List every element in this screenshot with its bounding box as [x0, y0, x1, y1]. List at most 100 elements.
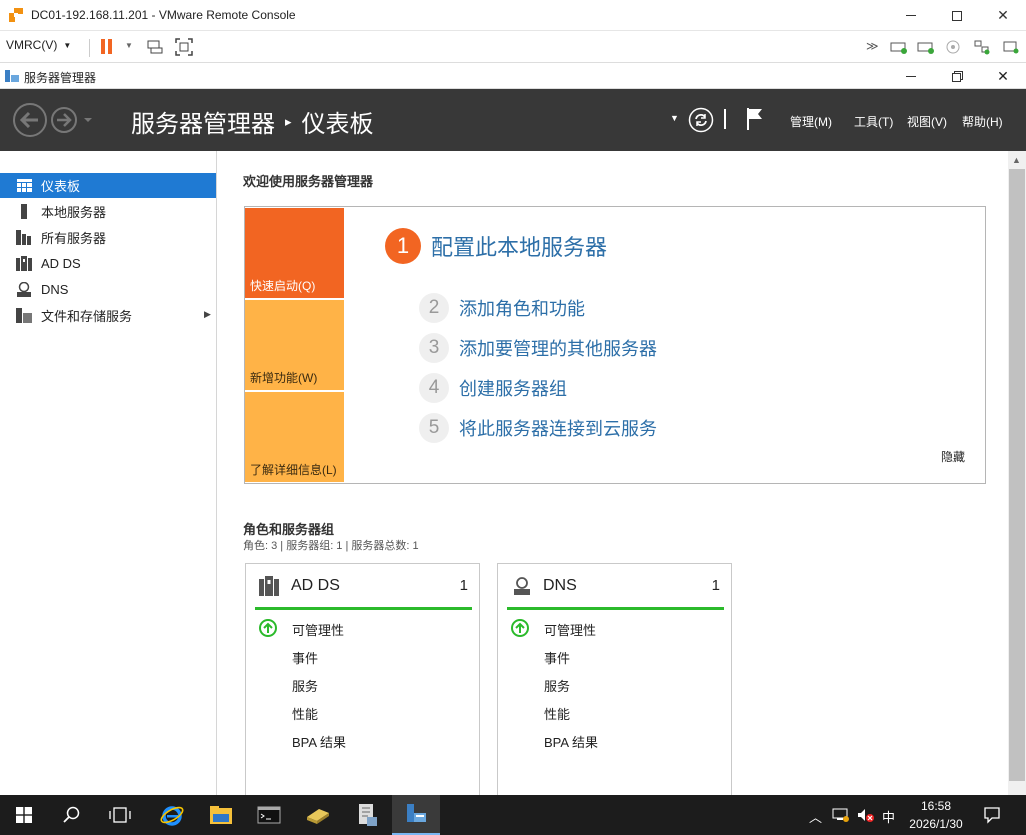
vmrc-menu-button[interactable]: VMRC(V) ▼	[6, 38, 71, 52]
nav-item-dns[interactable]: DNS	[0, 277, 216, 302]
sm-restore-button[interactable]	[934, 63, 980, 89]
removable-device-icon[interactable]	[917, 40, 935, 54]
tile-whats-new[interactable]: 新增功能(W)	[245, 300, 344, 390]
taskbar-file-explorer[interactable]	[197, 795, 245, 835]
refresh-icon[interactable]	[688, 107, 714, 133]
taskbar-server-manager[interactable]	[392, 795, 440, 835]
maximize-button[interactable]	[934, 0, 980, 31]
taskbar-ie[interactable]	[148, 795, 196, 835]
back-button[interactable]	[13, 103, 47, 137]
ime-indicator[interactable]: 中	[882, 807, 895, 826]
task-view-button[interactable]	[96, 795, 144, 835]
taskbar-powershell[interactable]	[245, 795, 293, 835]
search-button[interactable]	[48, 795, 96, 835]
role-row-bpa[interactable]: BPA 结果	[544, 732, 598, 751]
scrollbar-thumb[interactable]	[1009, 169, 1025, 781]
chevron-down-icon[interactable]: ▼	[670, 113, 679, 123]
nav-item-label: 文件和存储服务	[41, 309, 133, 324]
sm-close-button[interactable]: ✕	[980, 63, 1026, 89]
scroll-up-icon[interactable]: ▲	[1012, 155, 1021, 165]
show-hidden-icons[interactable]: ︿	[809, 807, 822, 826]
vertical-scrollbar[interactable]: ▲	[1008, 151, 1026, 796]
breadcrumb-app[interactable]: 服务器管理器	[131, 104, 275, 139]
step-label: 添加角色和功能	[459, 299, 585, 319]
sm-minimize-button[interactable]	[888, 63, 934, 89]
step-create-group[interactable]: 4 创建服务器组	[419, 373, 567, 403]
task-view-icon	[109, 807, 131, 823]
removable-device-icon[interactable]	[890, 40, 908, 54]
role-row-services[interactable]: 服务	[292, 676, 318, 695]
step-number: 1	[385, 228, 421, 264]
vmrc-app-icon	[9, 8, 23, 22]
double-chevron-icon[interactable]: ≫	[866, 39, 879, 53]
server-manager-titlebar: 服务器管理器 ✕	[0, 63, 1026, 89]
pause-button[interactable]	[101, 39, 112, 54]
vmrc-toolbar: VMRC(V) ▼ ▼ ≫	[0, 31, 1026, 63]
usb-device-icon[interactable]	[1002, 39, 1020, 55]
role-card-header[interactable]: DNS 1	[507, 564, 724, 610]
role-card-ad-ds[interactable]: AD DS 1 可管理性 事件 服务 性能 BPA 结果	[245, 563, 480, 803]
volume-muted-icon[interactable]	[857, 807, 875, 823]
role-card-count: 1	[711, 577, 720, 594]
nav-item-ad-ds[interactable]: AD DS	[0, 251, 216, 276]
step-add-roles[interactable]: 2 添加角色和功能	[419, 293, 585, 323]
chevron-down-icon[interactable]: ▼	[125, 41, 133, 50]
network-adapter-icon[interactable]	[973, 39, 991, 55]
role-row-services[interactable]: 服务	[544, 676, 570, 695]
command-prompt-icon	[257, 806, 281, 824]
menu-tools[interactable]: 工具(T)	[854, 113, 893, 130]
ad-ds-icon	[16, 256, 32, 272]
script-document-icon	[359, 804, 377, 826]
hide-link[interactable]: 隐藏	[941, 448, 965, 465]
step-configure-local-server[interactable]: 1 配置此本地服务器	[385, 228, 607, 264]
step-add-servers[interactable]: 3 添加要管理的其他服务器	[419, 333, 657, 363]
step-number: 5	[419, 413, 449, 443]
menu-view[interactable]: 视图(V)	[907, 113, 947, 130]
taskbar-app-package[interactable]	[294, 795, 342, 835]
step-number: 2	[419, 293, 449, 323]
clock[interactable]: 16:58 2026/1/30	[900, 797, 972, 833]
vmrc-titlebar: DC01-192.168.11.201 - VMware Remote Cons…	[0, 0, 1026, 31]
dns-icon	[514, 576, 530, 595]
local-server-icon	[16, 204, 32, 220]
forward-button[interactable]	[51, 107, 77, 133]
file-storage-icon	[16, 308, 32, 324]
tile-quick-start[interactable]: 快速启动(Q)	[245, 208, 344, 298]
role-row-performance[interactable]: 性能	[544, 704, 570, 723]
pause-icon-bar	[108, 39, 112, 54]
tile-learn-more[interactable]: 了解详细信息(L)	[245, 392, 344, 482]
cd-drive-icon[interactable]	[945, 39, 961, 55]
role-row-manageability[interactable]: 可管理性	[544, 620, 596, 639]
taskbar-script-app[interactable]	[343, 795, 391, 835]
menu-manage[interactable]: 管理(M)	[790, 113, 832, 130]
expand-arrow-icon[interactable]: ▶	[204, 309, 211, 320]
role-card-dns[interactable]: DNS 1 可管理性 事件 服务 性能 BPA 结果	[497, 563, 732, 803]
role-row-manageability[interactable]: 可管理性	[292, 620, 344, 639]
sm-window-title: 服务器管理器	[24, 71, 97, 85]
nav-item-dashboard[interactable]: 仪表板	[0, 173, 216, 198]
clock-time: 16:58	[920, 799, 952, 813]
role-row-events[interactable]: 事件	[292, 648, 318, 667]
file-explorer-icon	[210, 806, 232, 824]
menu-help[interactable]: 帮助(H)	[962, 113, 1003, 130]
nav-buttons	[13, 103, 92, 137]
send-ctrl-alt-del-icon[interactable]	[146, 39, 164, 55]
role-row-performance[interactable]: 性能	[292, 704, 318, 723]
nav-item-label: 本地服务器	[41, 205, 107, 220]
breadcrumb: 服务器管理器 ▸ 仪表板	[131, 104, 374, 139]
close-button[interactable]: ✕	[980, 0, 1026, 31]
nav-item-file-storage[interactable]: 文件和存储服务 ▶	[0, 303, 216, 328]
step-connect-cloud[interactable]: 5 将此服务器连接到云服务	[419, 413, 657, 443]
start-button[interactable]	[0, 795, 48, 835]
network-icon[interactable]	[832, 808, 850, 822]
role-row-bpa[interactable]: BPA 结果	[292, 732, 346, 751]
nav-item-local-server[interactable]: 本地服务器	[0, 199, 216, 224]
minimize-button[interactable]	[888, 0, 934, 31]
role-row-events[interactable]: 事件	[544, 648, 570, 667]
notification-center-icon[interactable]	[983, 806, 1001, 824]
fullscreen-icon[interactable]	[175, 38, 193, 56]
role-card-header[interactable]: AD DS 1	[255, 564, 472, 610]
notifications-flag-icon[interactable]	[745, 106, 765, 132]
nav-item-all-servers[interactable]: 所有服务器	[0, 225, 216, 250]
windows-logo-icon	[16, 807, 32, 823]
